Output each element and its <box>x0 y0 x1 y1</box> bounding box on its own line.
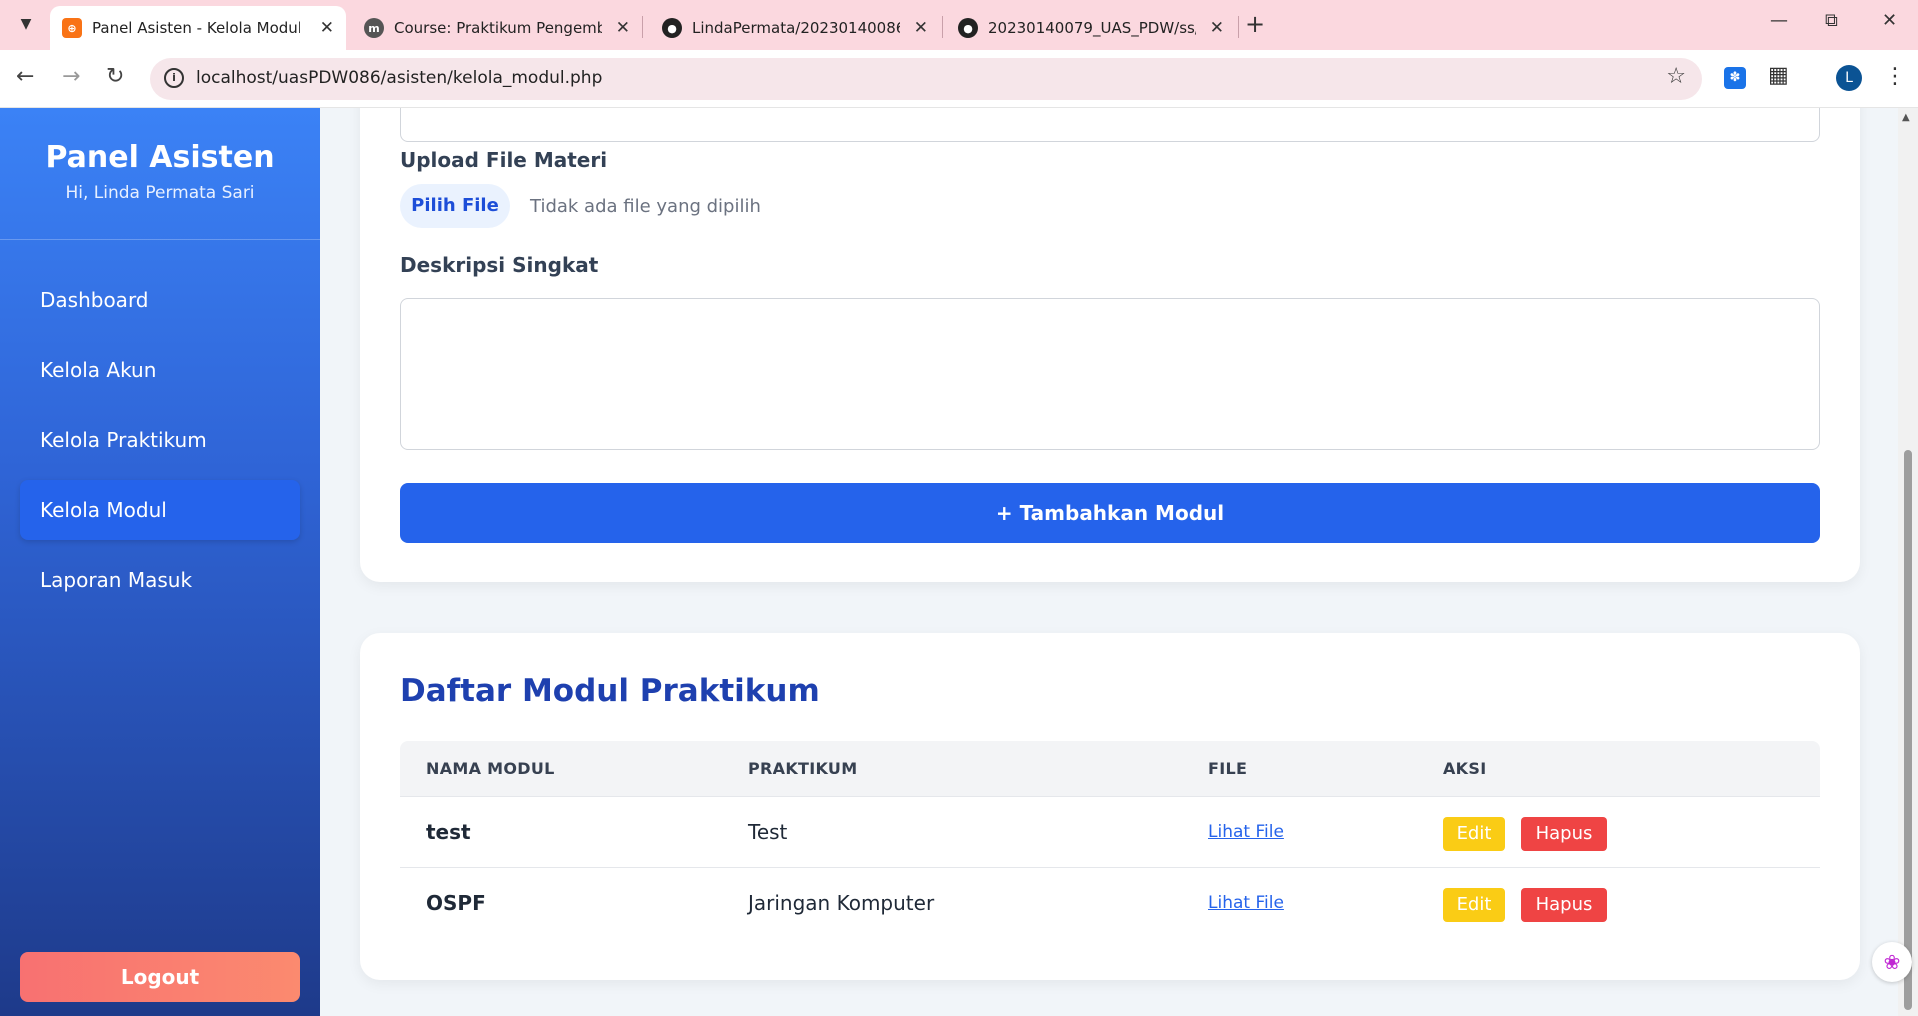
browser-toolbar: ← → ↻ i localhost/uasPDW086/asisten/kelo… <box>0 50 1918 108</box>
module-table: NAMA MODUL PRAKTIKUM FILE AKSI test Test… <box>400 741 1820 939</box>
module-list-card: Daftar Modul Praktikum NAMA MODUL PRAKTI… <box>360 633 1860 980</box>
module-name: OSPF <box>426 891 486 915</box>
tab-title: 20230140079_UAS_PDW/ss/tes <box>988 19 1196 37</box>
tab-github-uas[interactable]: ● 20230140079_UAS_PDW/ss/tes ✕ <box>946 6 1236 50</box>
table-header: NAMA MODUL PRAKTIKUM FILE AKSI <box>400 741 1820 797</box>
module-praktikum: Jaringan Komputer <box>748 891 935 915</box>
scroll-thumb[interactable] <box>1904 450 1912 1010</box>
sidebar-header: Panel Asisten Hi, Linda Permata Sari <box>0 108 320 240</box>
choose-file-button[interactable]: Pilih File <box>400 184 510 228</box>
sidebar-item-kelola-akun[interactable]: Kelola Akun <box>20 340 300 400</box>
github-icon: ● <box>662 18 682 38</box>
bookmark-star-icon[interactable]: ☆ <box>1666 64 1686 89</box>
tab-github-linda[interactable]: ● LindaPermata/20230140086_UA ✕ <box>650 6 940 50</box>
add-module-button[interactable]: + Tambahkan Modul <box>400 483 1820 543</box>
page-scrollbar[interactable]: ▲ <box>1898 108 1918 1016</box>
more-menu-icon[interactable]: ⋮ <box>1884 64 1906 89</box>
sidebar-item-laporan-masuk[interactable]: Laporan Masuk <box>20 550 300 610</box>
close-icon[interactable]: ✕ <box>906 18 928 38</box>
user-greeting: Hi, Linda Permata Sari <box>65 183 255 203</box>
main-content: Upload File Materi Pilih File Tidak ada … <box>320 108 1898 1016</box>
github-icon: ● <box>958 18 978 38</box>
close-icon[interactable]: ✕ <box>608 18 630 38</box>
tab-course[interactable]: m Course: Praktikum Pengembang ✕ <box>352 6 642 50</box>
tab-search-dropdown-icon[interactable]: ▼ <box>10 8 42 40</box>
upload-label: Upload File Materi <box>400 148 608 172</box>
back-icon[interactable]: ← <box>16 64 34 89</box>
close-window-icon[interactable]: ✕ <box>1882 10 1897 31</box>
file-status-text: Tidak ada file yang dipilih <box>530 196 761 217</box>
column-header-name: NAMA MODUL <box>426 759 555 778</box>
sidebar-item-dashboard[interactable]: Dashboard <box>20 270 300 330</box>
delete-button[interactable]: Hapus <box>1521 888 1607 922</box>
tab-title: LindaPermata/20230140086_UA <box>692 19 900 37</box>
view-file-link[interactable]: Lihat File <box>1208 893 1284 913</box>
restore-icon[interactable]: ⧉ <box>1825 10 1838 31</box>
logout-button[interactable]: Logout <box>20 952 300 1002</box>
description-textarea[interactable] <box>400 298 1820 450</box>
view-file-link[interactable]: Lihat File <box>1208 822 1284 842</box>
column-header-praktikum: PRAKTIKUM <box>748 759 858 778</box>
table-row: OSPF Jaringan Komputer Lihat File Edit H… <box>400 868 1820 939</box>
moodle-icon: m <box>364 18 384 38</box>
close-icon[interactable]: ✕ <box>312 18 334 38</box>
sidebar-title: Panel Asisten <box>45 140 275 175</box>
module-list-title: Daftar Modul Praktikum <box>400 673 820 709</box>
reload-icon[interactable]: ↻ <box>106 64 124 89</box>
tab-separator <box>942 16 943 38</box>
tab-separator <box>642 16 643 38</box>
extensions-puzzle-icon[interactable]: ▦ <box>1768 63 1789 88</box>
browser-tab-bar: ▼ ⊕ Panel Asisten - Kelola Modul Pr ✕ m … <box>0 0 1918 50</box>
minimize-icon[interactable]: — <box>1770 10 1788 31</box>
sidebar-item-kelola-praktikum[interactable]: Kelola Praktikum <box>20 410 300 470</box>
new-tab-icon[interactable]: + <box>1245 10 1265 38</box>
delete-button[interactable]: Hapus <box>1521 817 1607 851</box>
site-info-icon[interactable]: i <box>164 68 184 88</box>
close-icon[interactable]: ✕ <box>1202 18 1224 38</box>
column-header-action: AKSI <box>1443 759 1487 778</box>
sidebar: Panel Asisten Hi, Linda Permata Sari Das… <box>0 108 320 1016</box>
previous-form-field[interactable] <box>400 108 1820 142</box>
column-header-file: FILE <box>1208 759 1248 778</box>
tab-title: Panel Asisten - Kelola Modul Pr <box>92 19 300 37</box>
edit-button[interactable]: Edit <box>1443 817 1505 851</box>
sidebar-item-kelola-modul[interactable]: Kelola Modul <box>20 480 300 540</box>
add-module-form-card: Upload File Materi Pilih File Tidak ada … <box>360 108 1860 582</box>
module-praktikum: Test <box>748 820 788 844</box>
assistant-brain-icon[interactable]: ❀ <box>1872 942 1912 982</box>
tab-title: Course: Praktikum Pengembang <box>394 19 602 37</box>
table-row: test Test Lihat File Edit Hapus <box>400 797 1820 868</box>
forward-icon[interactable]: → <box>62 64 80 89</box>
description-label: Deskripsi Singkat <box>400 253 599 277</box>
extension-icon[interactable]: ✽ <box>1724 67 1746 89</box>
url-text[interactable]: localhost/uasPDW086/asisten/kelola_modul… <box>196 68 602 88</box>
address-bar[interactable]: i localhost/uasPDW086/asisten/kelola_mod… <box>150 58 1702 100</box>
profile-avatar[interactable]: L <box>1836 65 1862 91</box>
edit-button[interactable]: Edit <box>1443 888 1505 922</box>
module-name: test <box>426 820 471 844</box>
tab-panel-asisten[interactable]: ⊕ Panel Asisten - Kelola Modul Pr ✕ <box>50 6 346 50</box>
tab-separator <box>1238 16 1239 38</box>
scroll-up-arrow-icon[interactable]: ▲ <box>1902 112 1910 123</box>
xampp-icon: ⊕ <box>62 18 82 38</box>
sidebar-nav: Dashboard Kelola Akun Kelola Praktikum K… <box>0 240 320 610</box>
